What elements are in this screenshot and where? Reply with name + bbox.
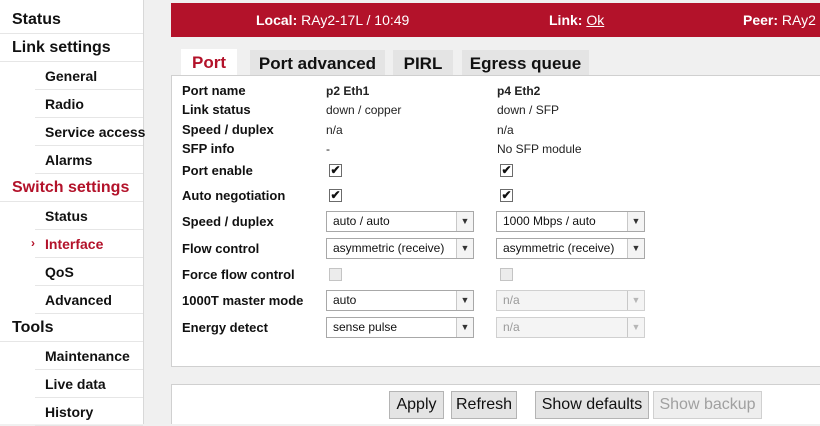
link-value-link[interactable]: Ok <box>586 12 604 28</box>
p4-speed-duplex-select[interactable]: 1000 Mbps / auto ▼ <box>496 211 645 232</box>
auto-negotiation-label: Auto negotiation <box>182 188 286 203</box>
p4-auto-negotiation-checkbox[interactable]: ✔ <box>500 189 513 202</box>
apply-button[interactable]: Apply <box>389 391 444 419</box>
p2-port-name: p2 Eth1 <box>326 84 370 98</box>
sidebar-item-tools[interactable]: Tools <box>0 314 143 342</box>
chevron-down-icon: ▼ <box>456 291 473 310</box>
p2-energy-detect-value: sense pulse <box>333 320 398 334</box>
p2-port-enable-checkbox[interactable]: ✔ <box>329 164 342 177</box>
p4-sfp-info: No SFP module <box>497 142 582 156</box>
sidebar-item-switch-settings[interactable]: Switch settings <box>0 174 143 202</box>
energy-detect-label: Energy detect <box>182 320 268 335</box>
link-status: Link: Ok <box>549 12 604 28</box>
chevron-down-icon: ▼ <box>627 291 644 310</box>
active-arrow-icon: › <box>31 236 35 250</box>
sidebar-item-general[interactable]: General <box>35 62 143 90</box>
p4-port-enable-checkbox[interactable]: ✔ <box>500 164 513 177</box>
chevron-down-icon: ▼ <box>627 318 644 337</box>
p4-flow-control-select[interactable]: asymmetric (receive) ▼ <box>496 238 645 259</box>
sidebar-item-live-data[interactable]: Live data <box>35 370 143 398</box>
p4-energy-detect-select[interactable]: n/a ▼ <box>496 317 645 338</box>
p2-master-mode-value: auto <box>333 293 357 307</box>
speed-duplex-label: Speed / duplex <box>182 214 274 229</box>
p2-auto-negotiation-checkbox[interactable]: ✔ <box>329 189 342 202</box>
chevron-down-icon: ▼ <box>627 212 644 231</box>
show-backup-button[interactable]: Show backup <box>653 391 762 419</box>
link-label: Link: <box>549 12 583 28</box>
p4-port-name: p4 Eth2 <box>497 84 541 98</box>
sfp-info-label: SFP info <box>182 141 235 156</box>
local-value: RAy2-17L / 10:49 <box>301 12 410 28</box>
speed-duplex-info-label: Speed / duplex <box>182 122 274 137</box>
sidebar-item-interface[interactable]: › Interface <box>31 230 143 258</box>
sidebar-item-alarms[interactable]: Alarms <box>35 146 143 174</box>
chevron-down-icon: ▼ <box>456 239 473 258</box>
chevron-down-icon: ▼ <box>627 239 644 258</box>
p4-speed-duplex-value: 1000 Mbps / auto <box>503 214 596 228</box>
p4-energy-detect-value: n/a <box>503 320 520 334</box>
sidebar-item-radio[interactable]: Radio <box>35 90 143 118</box>
chevron-down-icon: ▼ <box>456 318 473 337</box>
peer-value: RAy2 <box>781 12 816 28</box>
p2-speed-duplex-info: n/a <box>326 123 343 137</box>
p4-force-flow-control-checkbox[interactable] <box>500 268 513 281</box>
p4-master-mode-value: n/a <box>503 293 520 307</box>
local-status: Local: RAy2-17L / 10:49 <box>256 12 409 28</box>
sidebar-item-maintenance[interactable]: Maintenance <box>35 342 143 370</box>
peer-status: Peer: RAy2 <box>743 12 816 28</box>
sidebar-item-link-settings[interactable]: Link settings <box>0 34 143 62</box>
sidebar-item-advanced[interactable]: Advanced <box>35 286 143 314</box>
flow-control-label: Flow control <box>182 241 260 256</box>
port-enable-label: Port enable <box>182 163 253 178</box>
p2-sfp-info: - <box>326 142 330 156</box>
tab-pirl[interactable]: PIRL <box>393 50 453 75</box>
sidebar: Status Link settings General Radio Servi… <box>0 0 145 426</box>
sidebar-item-status[interactable]: Status <box>0 6 143 34</box>
p2-master-mode-select[interactable]: auto ▼ <box>326 290 474 311</box>
sidebar-item-label: Interface <box>45 236 104 252</box>
p4-link-status: down / SFP <box>497 103 560 117</box>
p4-speed-duplex-info: n/a <box>497 123 514 137</box>
status-header: Local: RAy2-17L / 10:49 Link: Ok Peer: R… <box>171 3 820 37</box>
chevron-down-icon: ▼ <box>456 212 473 231</box>
p2-flow-control-value: asymmetric (receive) <box>333 241 445 255</box>
p2-link-status: down / copper <box>326 103 402 117</box>
p2-flow-control-select[interactable]: asymmetric (receive) ▼ <box>326 238 474 259</box>
p4-flow-control-value: asymmetric (receive) <box>503 241 615 255</box>
tab-port[interactable]: Port <box>181 49 237 76</box>
p2-force-flow-control-checkbox[interactable] <box>329 268 342 281</box>
peer-label: Peer: <box>743 12 779 28</box>
show-defaults-button[interactable]: Show defaults <box>535 391 649 419</box>
p2-speed-duplex-select[interactable]: auto / auto ▼ <box>326 211 474 232</box>
link-status-label: Link status <box>182 102 251 117</box>
local-label: Local: <box>256 12 298 28</box>
port-name-label: Port name <box>182 83 246 98</box>
master-mode-label: 1000T master mode <box>182 293 304 308</box>
p2-speed-duplex-value: auto / auto <box>333 214 390 228</box>
p2-energy-detect-select[interactable]: sense pulse ▼ <box>326 317 474 338</box>
tab-port-advanced[interactable]: Port advanced <box>250 50 385 75</box>
refresh-button[interactable]: Refresh <box>451 391 517 419</box>
force-flow-control-label: Force flow control <box>182 267 295 282</box>
tab-egress-queue[interactable]: Egress queue <box>462 50 589 75</box>
p4-master-mode-select[interactable]: n/a ▼ <box>496 290 645 311</box>
sidebar-item-switch-status[interactable]: Status <box>35 202 143 230</box>
sidebar-item-qos[interactable]: QoS <box>35 258 143 286</box>
sidebar-item-service-access[interactable]: Service access <box>35 118 145 146</box>
sidebar-item-history[interactable]: History <box>35 398 143 426</box>
